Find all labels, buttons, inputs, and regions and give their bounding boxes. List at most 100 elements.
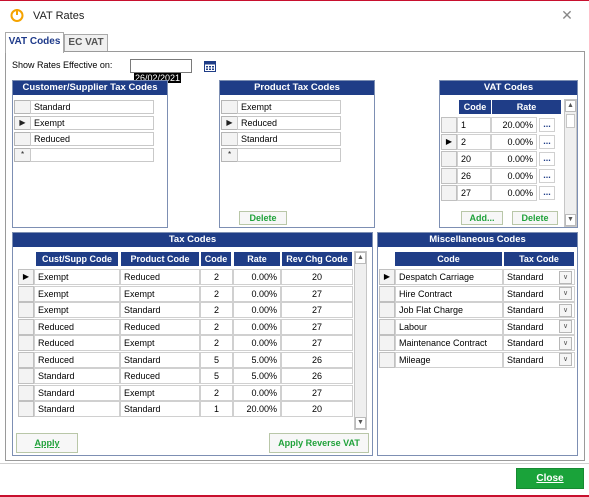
tax-rate-cell[interactable]: 0.00% [233, 269, 281, 285]
tax-revchg-cell[interactable]: 27 [281, 302, 353, 318]
row-pointer-icon[interactable]: ▶ [14, 116, 30, 130]
tax-rate-cell[interactable]: 0.00% [233, 302, 281, 318]
list-item[interactable]: Standard [14, 100, 154, 114]
list-item[interactable]: Standard [221, 132, 343, 146]
tax-cust-cell[interactable]: Standard [34, 384, 120, 401]
list-item-new[interactable]: * [14, 148, 154, 162]
row-selector[interactable] [18, 285, 34, 302]
product-code-cell[interactable]: Standard [237, 132, 341, 146]
tax-code-cell[interactable]: 2 [200, 335, 233, 351]
scroll-up-icon[interactable]: ▲ [565, 100, 576, 112]
tax-revchg-cell[interactable]: 26 [281, 351, 353, 368]
tax-cust-cell[interactable]: Exempt [34, 269, 120, 285]
vat-code-cell[interactable]: 27 [457, 185, 491, 201]
tax-code-cell[interactable]: 2 [200, 302, 233, 318]
scroll-down-icon[interactable]: ▼ [355, 417, 366, 429]
tax-code-cell[interactable]: 5 [200, 368, 233, 384]
misc-code-cell[interactable]: Despatch Carriage [395, 269, 503, 285]
vat-rate-cell[interactable]: 0.00% [491, 185, 537, 201]
vat-rate-edit-button[interactable]: ... [539, 118, 555, 132]
tax-product-cell[interactable]: Exempt [120, 335, 200, 351]
row-selector[interactable] [379, 351, 395, 368]
vat-rate-cell[interactable]: 20.00% [491, 117, 537, 133]
row-selector[interactable] [14, 132, 30, 146]
vat-code-cell[interactable]: 2 [457, 134, 491, 150]
row-selector[interactable] [441, 117, 457, 133]
vat-rate-edit-button[interactable]: ... [539, 152, 555, 166]
tax-cust-cell[interactable]: Reduced [34, 318, 120, 335]
vat-code-cell[interactable]: 1 [457, 117, 491, 133]
tax-product-cell[interactable]: Exempt [120, 285, 200, 302]
vat-rate-edit-button[interactable]: ... [539, 186, 555, 200]
calendar-icon[interactable] [204, 60, 216, 72]
tax-rate-cell[interactable]: 5.00% [233, 368, 281, 384]
tax-rate-cell[interactable]: 0.00% [233, 384, 281, 401]
vat-rate-edit-button[interactable]: ... [539, 169, 555, 183]
close-button[interactable]: Close [516, 468, 584, 489]
row-selector[interactable] [379, 285, 395, 302]
scroll-down-icon[interactable]: ▼ [565, 214, 576, 226]
misc-code-cell[interactable]: Mileage [395, 351, 503, 368]
row-selector[interactable] [18, 351, 34, 368]
row-selector[interactable] [18, 335, 34, 351]
row-selector[interactable] [18, 401, 34, 417]
tax-product-cell[interactable]: Reduced [120, 269, 200, 285]
vat-rate-cell[interactable]: 0.00% [491, 168, 537, 184]
row-selector[interactable] [14, 100, 30, 114]
tab-ec-vat[interactable]: EC VAT [64, 34, 108, 52]
tax-product-cell[interactable]: Standard [120, 302, 200, 318]
list-item[interactable]: ▶ Exempt [14, 116, 154, 130]
tax-code-cell[interactable]: 2 [200, 269, 233, 285]
row-selector[interactable] [441, 168, 457, 184]
row-selector[interactable] [221, 132, 237, 146]
customer-code-cell[interactable]: Reduced [30, 132, 154, 146]
list-item[interactable]: ▶ Reduced [221, 116, 343, 130]
scroll-thumb[interactable] [566, 114, 575, 128]
tax-rate-cell[interactable]: 5.00% [233, 351, 281, 368]
customer-code-cell[interactable]: Standard [30, 100, 154, 114]
vat-add-button[interactable]: Add... [461, 211, 503, 225]
tax-revchg-cell[interactable]: 27 [281, 285, 353, 302]
tax-rate-cell[interactable]: 0.00% [233, 285, 281, 302]
row-selector[interactable] [18, 302, 34, 318]
scroll-up-icon[interactable]: ▲ [355, 252, 366, 264]
tax-cust-cell[interactable]: Standard [34, 401, 120, 417]
tax-rate-cell[interactable]: 0.00% [233, 335, 281, 351]
dropdown-chevron-icon[interactable]: ∨ [559, 303, 572, 317]
tax-code-cell[interactable]: 2 [200, 285, 233, 302]
dropdown-chevron-icon[interactable]: ∨ [559, 320, 572, 333]
row-selector[interactable] [18, 318, 34, 335]
row-selector[interactable] [379, 335, 395, 351]
row-selector[interactable] [441, 185, 457, 201]
customer-code-cell[interactable]: Exempt [30, 116, 154, 130]
list-item[interactable]: Exempt [221, 100, 343, 114]
tax-revchg-cell[interactable]: 20 [281, 269, 353, 285]
tax-code-cell[interactable]: 5 [200, 351, 233, 368]
tax-codes-scrollbar[interactable]: ▲ ▼ [354, 251, 367, 430]
vat-rate-cell[interactable]: 0.00% [491, 134, 537, 150]
dropdown-chevron-icon[interactable]: ∨ [559, 287, 572, 300]
row-selector[interactable] [379, 318, 395, 335]
tax-revchg-cell[interactable]: 20 [281, 401, 353, 417]
misc-code-cell[interactable]: Job Flat Charge [395, 302, 503, 318]
tax-revchg-cell[interactable]: 27 [281, 335, 353, 351]
product-code-new-cell[interactable] [237, 148, 341, 162]
tax-product-cell[interactable]: Standard [120, 401, 200, 417]
tax-cust-cell[interactable]: Reduced [34, 335, 120, 351]
row-selector[interactable] [18, 368, 34, 384]
window-close-icon[interactable]: ✕ [555, 5, 579, 25]
apply-reverse-vat-button[interactable]: Apply Reverse VAT [269, 433, 369, 453]
vat-code-cell[interactable]: 20 [457, 151, 491, 167]
tax-cust-cell[interactable]: Exempt [34, 302, 120, 318]
row-selector[interactable] [221, 100, 237, 114]
tax-revchg-cell[interactable]: 26 [281, 368, 353, 384]
row-selector[interactable] [379, 302, 395, 318]
list-item[interactable]: Reduced [14, 132, 154, 146]
dropdown-chevron-icon[interactable]: ∨ [559, 336, 572, 350]
vat-delete-button[interactable]: Delete [512, 211, 558, 225]
misc-code-cell[interactable]: Maintenance Contract [395, 335, 503, 351]
customer-code-new-cell[interactable] [30, 148, 154, 162]
tax-rate-cell[interactable]: 0.00% [233, 318, 281, 335]
row-pointer-icon[interactable]: ▶ [221, 116, 237, 130]
misc-code-cell[interactable]: Labour [395, 318, 503, 335]
